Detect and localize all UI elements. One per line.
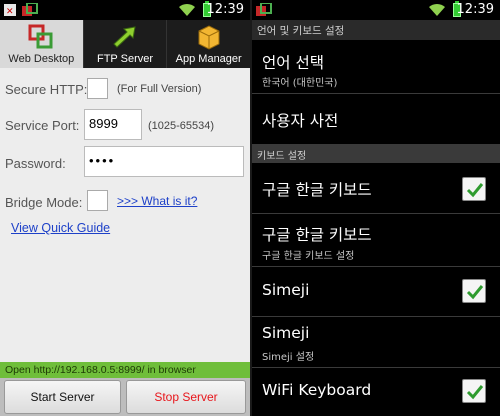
checkmark-icon — [466, 183, 484, 198]
simeji-keyboard-toggle[interactable]: Simeji — [252, 267, 500, 317]
wifi-icon — [429, 3, 445, 17]
svg-text:✕: ✕ — [6, 7, 14, 17]
status-bar: ✕ 12:39 — [0, 0, 250, 20]
view-quick-guide-link[interactable]: View Quick Guide — [11, 221, 110, 235]
wifi-icon — [179, 3, 195, 17]
tab-label: Web Desktop — [8, 53, 75, 65]
bridge-mode-label: Bridge Mode: — [5, 195, 83, 210]
item-title: 사용자 사전 — [262, 112, 339, 130]
checkbox-checked[interactable] — [462, 177, 486, 201]
password-input[interactable]: •••• — [84, 146, 244, 177]
box-icon — [198, 25, 220, 50]
tab-ftp-server[interactable]: FTP Server — [82, 20, 167, 68]
stop-server-button[interactable]: Stop Server — [126, 380, 246, 414]
item-title: 구글 한글 키보드 — [262, 181, 372, 199]
tab-bar: Web Desktop FTP Server App Manager — [0, 20, 250, 68]
ftp-app-screen: ✕ 12:39 Web Desktop FTP Server App Manag… — [0, 0, 250, 416]
language-keyboard-settings-screen: 12:39 언어 및 키보드 설정 언어 선택 한국어 (대한민국) 사용자 사… — [252, 0, 500, 416]
settings-title-bar: 언어 및 키보드 설정 — [252, 20, 500, 40]
item-subtitle: Simeji 설정 — [262, 352, 315, 363]
secure-http-hint: (For Full Version) — [117, 83, 202, 95]
item-title: 구글 한글 키보드 — [262, 226, 372, 244]
start-server-button[interactable]: Start Server — [4, 380, 121, 414]
tab-app-manager[interactable]: App Manager — [166, 20, 250, 68]
footer-button-bar: Start Server Stop Server — [0, 378, 250, 416]
item-title: WiFi Keyboard — [262, 381, 372, 399]
bridge-mode-checkbox[interactable] — [87, 190, 108, 211]
status-time: 12:39 — [206, 2, 244, 17]
item-subtitle: 구글 한글 키보드 설정 — [262, 251, 355, 262]
what-is-it-link[interactable]: >>> What is it? — [117, 194, 197, 208]
google-korean-keyboard-toggle[interactable]: 구글 한글 키보드 — [252, 163, 500, 214]
tab-label: FTP Server — [96, 53, 154, 65]
ftp-arrows-icon — [113, 26, 136, 48]
user-dictionary-item[interactable]: 사용자 사전 — [252, 94, 500, 145]
language-select-item[interactable]: 언어 선택 한국어 (대한민국) — [252, 40, 500, 94]
checkbox-checked[interactable] — [462, 279, 486, 303]
app-notification-icon — [22, 3, 38, 16]
item-title: 언어 선택 — [262, 54, 324, 72]
checkmark-icon — [466, 385, 484, 400]
checkbox-checked[interactable] — [462, 379, 486, 403]
usb-notification-icon: ✕ — [4, 4, 16, 17]
status-bar: 12:39 — [252, 0, 500, 20]
item-title: Simeji — [262, 324, 310, 342]
google-korean-keyboard-settings-item[interactable]: 구글 한글 키보드 구글 한글 키보드 설정 — [252, 214, 500, 267]
tab-web-desktop[interactable]: Web Desktop — [0, 20, 83, 68]
section-header-keyboard: 키보드 설정 — [252, 145, 500, 163]
service-port-hint: (1025-65534) — [148, 120, 215, 132]
secure-http-label: Secure HTTP: — [5, 82, 88, 97]
service-port-input[interactable]: 8999 — [84, 109, 142, 140]
item-title: Simeji — [262, 281, 310, 299]
web-desktop-icon — [28, 24, 53, 49]
app-notification-icon — [256, 3, 272, 16]
server-url-bar: Open http://192.168.0.5:8999/ in browser — [0, 362, 250, 378]
wifi-keyboard-toggle[interactable]: WiFi Keyboard — [252, 368, 500, 416]
tab-label: App Manager — [175, 53, 242, 65]
checkmark-icon — [466, 285, 484, 300]
service-port-label: Service Port: — [5, 118, 80, 133]
simeji-settings-item[interactable]: Simeji Simeji 설정 — [252, 317, 500, 368]
status-time: 12:39 — [456, 2, 494, 17]
secure-http-checkbox[interactable] — [87, 78, 108, 99]
password-label: Password: — [5, 156, 66, 171]
item-subtitle: 한국어 (대한민국) — [262, 78, 338, 89]
